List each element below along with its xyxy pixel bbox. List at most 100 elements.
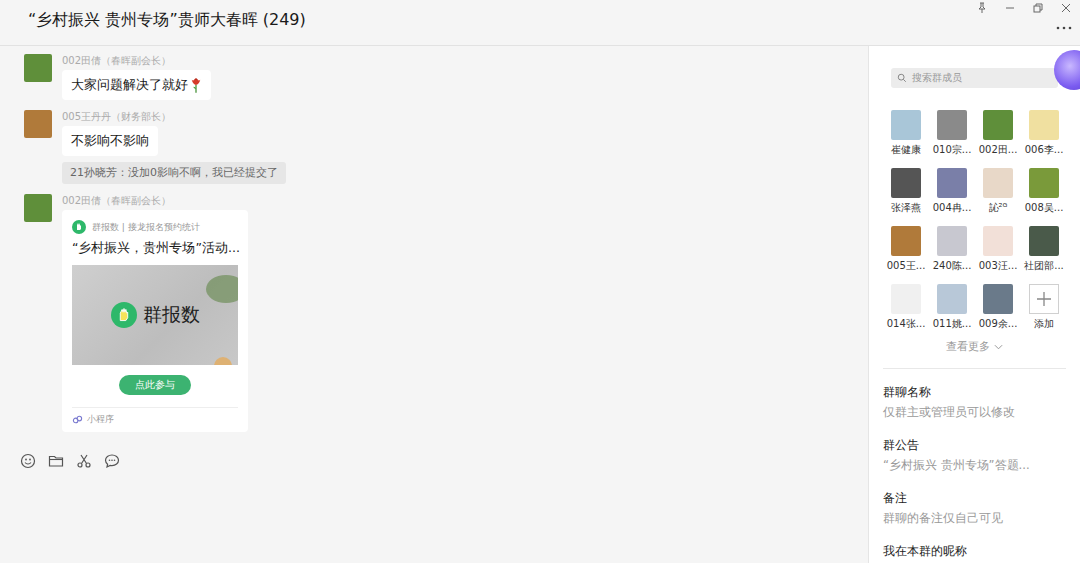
setting-item[interactable]: 群聊名称 仅群主或管理员可以修改 — [883, 385, 1066, 420]
add-member[interactable]: 添加 — [1021, 284, 1067, 331]
setting-label: 群公告 — [883, 438, 1066, 453]
setting-item[interactable]: 群公告 “乡村振兴 贵州专场”答题... — [883, 438, 1066, 473]
setting-value: 仅群主或管理员可以修改 — [883, 405, 1066, 420]
main-area: 002田倩（春晖副会长） 大家问题解决了就好 005王丹丹（财务部长） 不影响不… — [0, 46, 1080, 563]
member-avatar — [891, 168, 921, 198]
member-name: 社团部... — [1024, 259, 1064, 273]
card-footer: 小程序 — [72, 407, 238, 428]
message-row: 002田倩（春晖副会长） 大家问题解决了就好 — [24, 54, 844, 100]
card-logo: 群报数 — [111, 302, 200, 328]
member-name: 006李... — [1025, 143, 1064, 157]
button-row: 点此参与 — [72, 375, 238, 395]
member-item[interactable]: 崔健康 — [883, 110, 929, 157]
setting-label: 我在本群的昵称 — [883, 544, 1066, 559]
member-avatar — [937, 226, 967, 256]
join-button[interactable]: 点此参与 — [119, 375, 191, 395]
setting-item[interactable]: 备注 群聊的备注仅自己可见 — [883, 491, 1066, 526]
member-avatar — [891, 226, 921, 256]
message-content: 002田倩（春晖副会长） 群报数 | 接龙报名预约统计 “乡村振兴，贵州专场”活… — [62, 194, 248, 432]
member-item[interactable]: 訫²ᴳ — [975, 168, 1021, 215]
member-item[interactable]: 社团部... — [1021, 226, 1067, 273]
setting-label: 备注 — [883, 491, 1066, 506]
more-icon[interactable] — [1056, 26, 1072, 30]
member-name: 张泽燕 — [891, 201, 921, 215]
member-avatar — [937, 284, 967, 314]
message-bubble: 大家问题解决了就好 — [62, 70, 211, 100]
sender-avatar[interactable] — [24, 54, 52, 82]
sender-avatar[interactable] — [24, 194, 52, 222]
member-avatar — [891, 110, 921, 140]
title-bar: “乡村振兴 贵州专场”贵师大春晖 (249) — [0, 0, 1080, 46]
member-name: 014张... — [887, 317, 926, 331]
minimize-icon[interactable] — [1004, 2, 1016, 14]
member-avatar — [937, 110, 967, 140]
member-avatar — [891, 284, 921, 314]
input-toolbar — [0, 447, 868, 475]
hand-logo-icon — [111, 302, 137, 328]
folder-icon[interactable] — [48, 453, 64, 469]
member-name: 010宗... — [933, 143, 972, 157]
member-search[interactable]: 搜索群成员 — [891, 68, 1058, 88]
divider — [883, 368, 1066, 369]
member-avatar — [983, 110, 1013, 140]
view-more[interactable]: 查看更多 — [883, 339, 1066, 354]
pin-icon[interactable] — [976, 2, 988, 14]
rose-icon — [190, 77, 202, 93]
member-item[interactable]: 014张... — [883, 284, 929, 331]
member-item[interactable]: 006李... — [1021, 110, 1067, 157]
setting-value: 群聊的备注仅自己可见 — [883, 511, 1066, 526]
message-row: 002田倩（春晖副会长） 群报数 | 接龙报名预约统计 “乡村振兴，贵州专场”活… — [24, 194, 844, 432]
close-icon[interactable] — [1060, 2, 1072, 14]
chat-history-icon[interactable] — [104, 453, 120, 469]
message-text: 不影响不影响 — [71, 132, 149, 150]
leaf-decoration — [214, 357, 232, 365]
chat-panel: 002田倩（春晖副会长） 大家问题解决了就好 005王丹丹（财务部长） 不影响不… — [0, 46, 868, 563]
member-item[interactable]: 010宗... — [929, 110, 975, 157]
member-item[interactable]: 009余... — [975, 284, 1021, 331]
sender-name: 002田倩（春晖副会长） — [62, 194, 171, 207]
member-name: 004冉... — [933, 201, 972, 215]
member-name: 011姚... — [933, 317, 972, 331]
message-row: 005王丹丹（财务部长） 不影响不影响 — [24, 110, 844, 156]
member-avatar — [983, 168, 1013, 198]
member-item[interactable]: 240陈... — [929, 226, 975, 273]
mini-program-card[interactable]: 群报数 | 接龙报名预约统计 “乡村振兴，贵州专场”活动... 群报数 点此参与… — [62, 210, 248, 432]
member-item[interactable]: 005王... — [883, 226, 929, 273]
chat-window: “乡村振兴 贵州专场”贵师大春晖 (249) 002田倩（春晖副会长） 大家问题… — [0, 0, 1080, 563]
member-name: 訫²ᴳ — [989, 201, 1008, 215]
mini-program-icon — [72, 414, 83, 425]
member-item[interactable]: 002田... — [975, 110, 1021, 157]
sender-avatar[interactable] — [24, 110, 52, 138]
member-item[interactable]: 008吴... — [1021, 168, 1067, 215]
member-avatar — [1029, 110, 1059, 140]
member-name: 崔健康 — [891, 143, 921, 157]
chevron-down-icon — [994, 344, 1003, 350]
card-image: 群报数 — [72, 265, 238, 365]
message-content: 005王丹丹（财务部长） 不影响不影响 — [62, 110, 171, 156]
scissors-icon[interactable] — [76, 453, 92, 469]
search-placeholder: 搜索群成员 — [912, 71, 962, 85]
message-content: 002田倩（春晖副会长） 大家问题解决了就好 — [62, 54, 211, 100]
window-controls — [976, 0, 1080, 30]
member-item[interactable]: 张泽燕 — [883, 168, 929, 215]
member-avatar — [1029, 168, 1059, 198]
member-item[interactable]: 004冉... — [929, 168, 975, 215]
member-grid: 崔健康 010宗... 002田... 006李... 张泽燕 004冉... … — [883, 110, 1066, 331]
sender-name: 005王丹丹（财务部长） — [62, 110, 171, 123]
message-input[interactable] — [0, 475, 868, 563]
plus-icon — [1029, 284, 1059, 314]
member-name: 008吴... — [1025, 201, 1064, 215]
emoji-icon[interactable] — [20, 453, 36, 469]
member-avatar — [937, 168, 967, 198]
member-item[interactable]: 011姚... — [929, 284, 975, 331]
setting-item[interactable]: 我在本群的昵称 — [883, 544, 1066, 559]
restore-icon[interactable] — [1032, 2, 1044, 14]
member-item[interactable]: 003汪... — [975, 226, 1021, 273]
settings-list: 群聊名称 仅群主或管理员可以修改群公告 “乡村振兴 贵州专场”答题... 备注 群… — [883, 369, 1066, 559]
chat-title: “乡村振兴 贵州专场”贵师大春晖 (249) — [28, 10, 306, 31]
member-avatar — [983, 284, 1013, 314]
message-bubble: 不影响不影响 — [62, 126, 158, 156]
member-name: 240陈... — [933, 259, 972, 273]
leaf-decoration — [206, 275, 238, 303]
member-name: 009余... — [979, 317, 1018, 331]
